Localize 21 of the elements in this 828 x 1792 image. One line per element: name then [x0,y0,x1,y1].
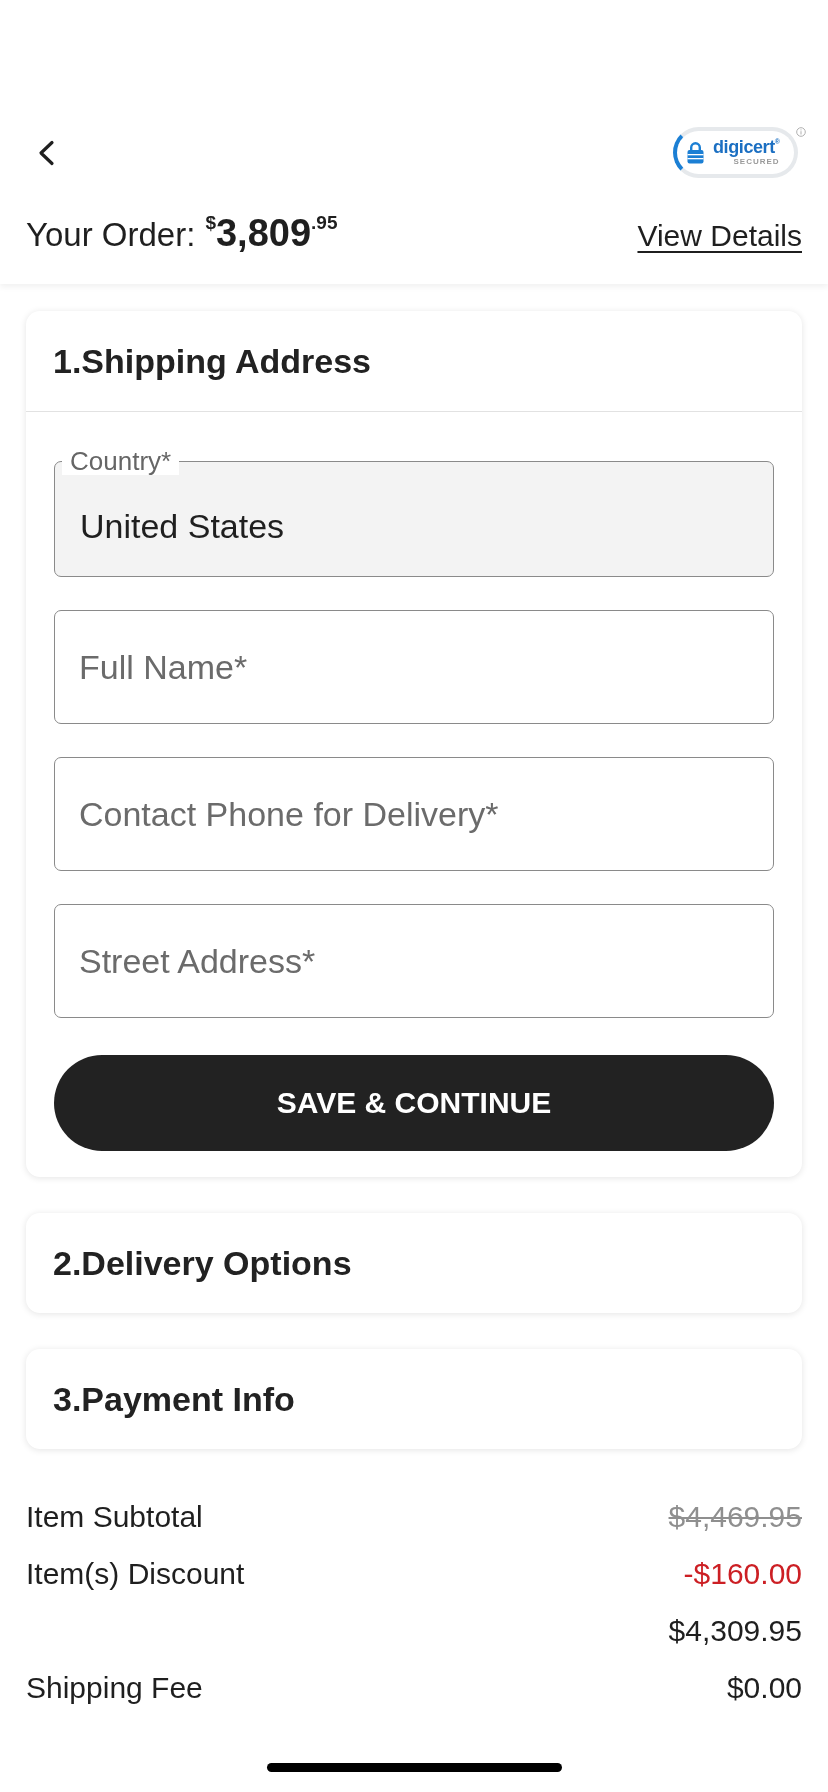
summary-label: Item Subtotal [26,1499,203,1534]
save-continue-button[interactable]: SAVE & CONTINUE [54,1055,774,1151]
back-icon[interactable] [37,139,55,166]
summary-value: $4,469.95 [668,1499,802,1534]
summary-value: -$160.00 [683,1556,802,1591]
order-total-label: Your Order: [26,215,196,255]
input-field[interactable]: Full Name* [54,610,774,724]
input-field[interactable]: Street Address* [54,904,774,1018]
summary-value: $4,309.95 [668,1613,802,1648]
section-title[interactable]: 2.Delivery Options [53,1243,352,1283]
seal-caption-text: SECURED [733,157,780,167]
seal-brand-text: digicert$^{®}$ [713,138,780,157]
summary-value: $0.00 [726,1670,802,1705]
order-total-amount: $^{$}$3,809$^{.95}$ [205,212,338,254]
lock-icon [687,141,704,164]
input-field[interactable]: Contact Phone for Delivery* [54,757,774,871]
view-details-link[interactable]: View Details [637,217,802,255]
summary-label: Item(s) Discount [26,1556,245,1591]
section-title[interactable]: 3.Payment Info [53,1379,295,1419]
section-title[interactable]: 1.Shipping Address [53,341,371,381]
summary-label: Shipping Fee [26,1670,203,1705]
